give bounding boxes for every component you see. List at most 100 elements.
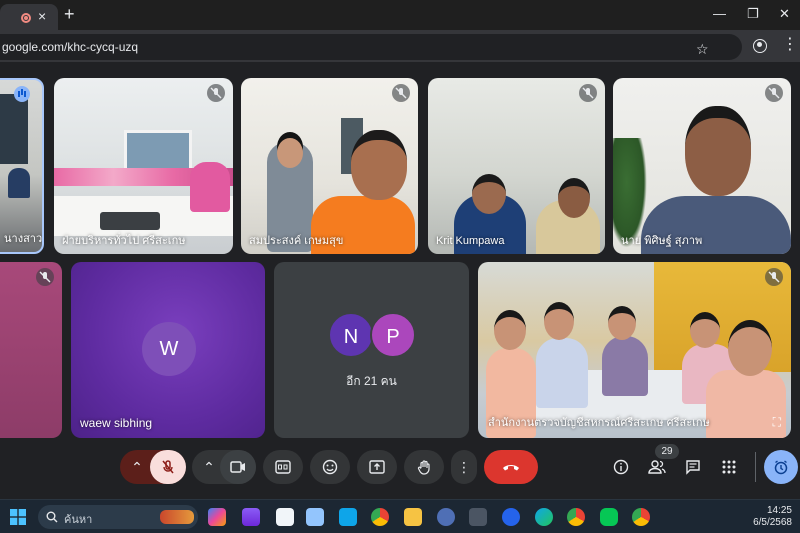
minimize-button[interactable]: —	[713, 6, 726, 22]
search-placeholder: ค้นหา	[64, 514, 93, 526]
activities-button[interactable]	[764, 450, 798, 484]
participant-tile-2[interactable]: ฝ่ายบริหารทั่วไป ศรีสะเกษ	[54, 78, 233, 254]
avatar: P	[370, 312, 416, 358]
close-window-button[interactable]: ✕	[779, 6, 790, 22]
tile-video-head	[728, 320, 772, 376]
tile-video-projector	[124, 130, 192, 172]
tab-close-icon[interactable]: ×	[38, 8, 46, 24]
info-icon	[613, 459, 629, 475]
participant-tile-1[interactable]: นางสาว...ปศุ...	[0, 78, 44, 254]
camera-group: ⌃	[192, 450, 256, 484]
widgets-icon[interactable]	[242, 508, 260, 526]
participant-name: Krit Kumpawa	[436, 235, 505, 247]
mic-off-icon	[36, 268, 54, 286]
mic-off-icon	[392, 84, 410, 102]
mic-options-chevron-icon[interactable]: ⌃	[130, 459, 144, 475]
app-icon[interactable]	[437, 508, 455, 526]
divider	[755, 452, 756, 482]
clock-time: 14:25	[766, 505, 792, 516]
mic-off-icon	[765, 268, 783, 286]
chrome-icon[interactable]	[371, 508, 389, 526]
copilot-icon[interactable]	[208, 508, 226, 526]
avatar: W	[142, 322, 196, 376]
snipping-tool-icon[interactable]	[276, 508, 294, 526]
participant-name: waew sibhing	[80, 416, 153, 430]
chat-button[interactable]	[684, 459, 702, 478]
others-count-label: อีก 21 คน	[346, 374, 397, 388]
participant-tile-5[interactable]: นาย พิศิษฐ์ สุภาพ	[613, 78, 791, 254]
vscode-icon[interactable]	[339, 508, 357, 526]
tile-video-person	[190, 162, 230, 212]
tile-video-head	[494, 310, 526, 350]
speaking-indicator-icon	[14, 86, 30, 102]
screen: × + — ❐ ✕ google.com/khc-cycq-uzq ☆ ⋮ นา…	[0, 0, 800, 533]
file-explorer-icon[interactable]	[404, 508, 422, 526]
mic-toggle-button[interactable]	[150, 450, 186, 484]
tile-video-head	[685, 106, 751, 196]
3d-viewer-icon[interactable]	[306, 508, 324, 526]
tile-video	[0, 94, 28, 164]
present-screen-icon	[369, 460, 385, 474]
system-clock[interactable]: 14:25 6/5/2568	[740, 505, 792, 529]
crop-icon[interactable]: ⛶	[773, 415, 781, 430]
tile-video-person	[602, 336, 648, 396]
url-text[interactable]: google.com/khc-cycq-uzq	[2, 39, 138, 55]
participant-tile-9[interactable]: สำนักงานตรวจบัญชีสหกรณ์ศรีสะเกษ ศรีสะเกษ…	[478, 262, 791, 438]
tile-video-head	[472, 174, 506, 214]
apps-button[interactable]	[720, 459, 738, 478]
line-icon[interactable]	[600, 508, 618, 526]
bookmark-star-icon[interactable]: ☆	[696, 42, 709, 56]
participant-name: สมประสงค์ เกษมสุข	[249, 235, 344, 247]
new-tab-button[interactable]: +	[64, 5, 75, 23]
camera-icon	[230, 461, 245, 473]
taskbar-search[interactable]: ค้นหา	[38, 505, 198, 529]
meet-grid: นางสาว...ปศุ... ฝ่ายบริหารทั่วไป ศรีสะเก…	[0, 62, 800, 499]
app-icon[interactable]	[502, 508, 520, 526]
browser-tab-strip: × + — ❐ ✕	[0, 0, 800, 30]
tile-video-head	[690, 312, 720, 348]
meeting-info-button[interactable]	[612, 459, 630, 478]
chrome-profile-icon[interactable]	[567, 508, 585, 526]
participant-tile-7[interactable]: W waew sibhing	[71, 262, 265, 438]
meet-tab[interactable]: ×	[0, 4, 58, 30]
edge-icon[interactable]	[535, 508, 553, 526]
os-taskbar: ค้นหา 14:25 6/5/2568	[0, 499, 800, 533]
camera-options-chevron-icon[interactable]: ⌃	[202, 459, 216, 475]
raise-hand-icon	[417, 460, 430, 475]
omnibox[interactable]: google.com/khc-cycq-uzq ☆	[0, 34, 742, 60]
maximize-button[interactable]: ❐	[747, 6, 759, 22]
profile-icon[interactable]	[753, 39, 767, 53]
meeting-controls: ⌃ ⌃ ⋮	[0, 446, 800, 490]
people-button[interactable]	[648, 459, 666, 478]
participants-count-badge: 29	[655, 444, 679, 459]
raise-hand-button[interactable]	[404, 450, 444, 484]
present-button[interactable]	[357, 450, 397, 484]
reactions-button[interactable]	[310, 450, 350, 484]
mic-off-icon	[162, 460, 174, 474]
address-bar-row: google.com/khc-cycq-uzq ☆	[0, 30, 800, 62]
start-button[interactable]	[10, 509, 26, 525]
participant-tile-3[interactable]: สมประสงค์ เกษมสุข	[241, 78, 418, 254]
captions-button[interactable]	[263, 450, 303, 484]
clock-date: 6/5/2568	[753, 517, 792, 528]
more-options-button[interactable]: ⋮	[451, 450, 477, 484]
tile-video-person	[8, 168, 30, 198]
participant-tile-4[interactable]: Krit Kumpawa	[428, 78, 605, 254]
participant-name: ฝ่ายบริหารทั่วไป ศรีสะเกษ	[62, 235, 186, 247]
leave-call-button[interactable]	[484, 450, 538, 484]
tile-video-person	[536, 338, 588, 408]
mic-off-icon	[579, 84, 597, 102]
browser-menu-icon[interactable]: ⋮	[782, 36, 798, 54]
tile-video-head	[544, 302, 574, 340]
others-tile[interactable]: N P อีก 21 คน	[274, 262, 469, 438]
chrome-profile-icon[interactable]	[632, 508, 650, 526]
mic-off-icon	[207, 84, 225, 102]
captions-icon	[275, 460, 291, 474]
windows-logo-icon	[10, 509, 26, 525]
end-call-icon	[503, 465, 519, 471]
camera-toggle-button[interactable]	[220, 450, 256, 484]
search-highlight-image	[160, 510, 194, 524]
participant-tile-6[interactable]	[0, 262, 62, 438]
app-e-icon[interactable]	[469, 508, 487, 526]
timer-icon	[774, 460, 788, 475]
